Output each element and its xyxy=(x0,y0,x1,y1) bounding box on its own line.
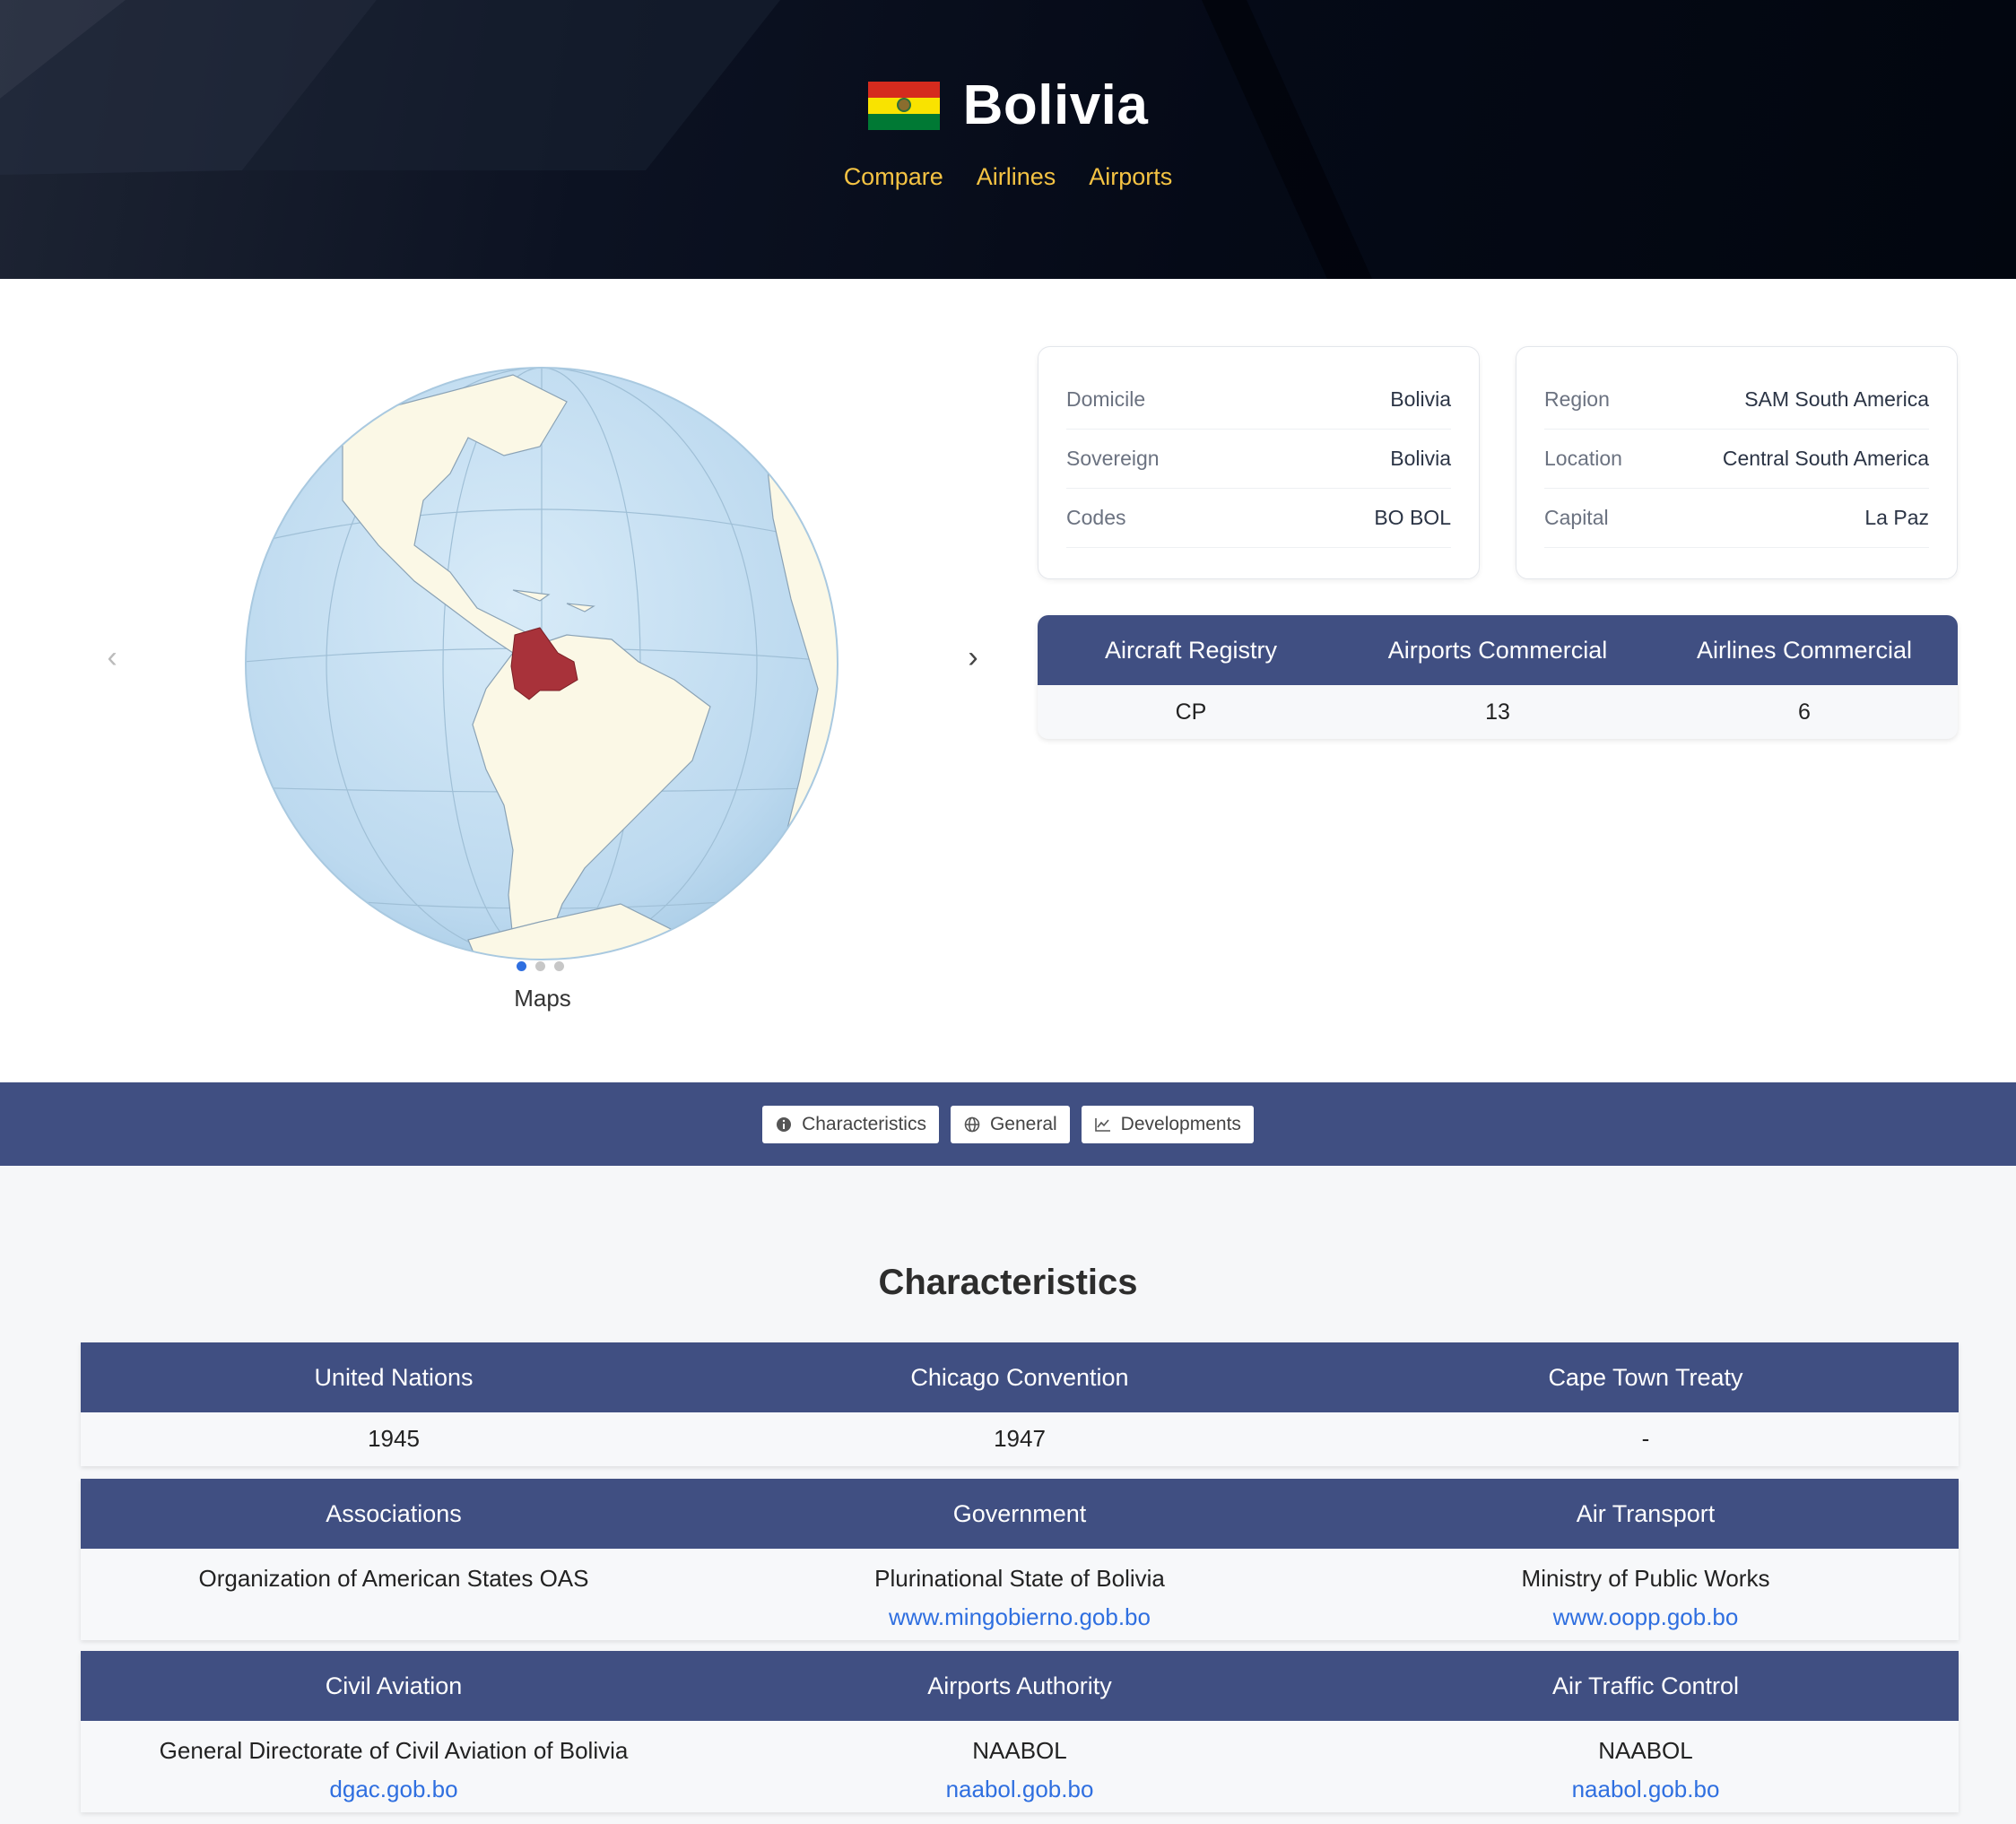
table-cell: NAABOL naabol.gob.bo xyxy=(1333,1721,1959,1812)
globe-icon xyxy=(963,1116,981,1133)
hero-banner: Bolivia Compare Airlines Airports xyxy=(0,0,2016,279)
carousel-dot-3[interactable] xyxy=(554,961,564,971)
table-header-cell: Government xyxy=(952,1499,1087,1527)
table-cell: Plurinational State of Bolivia www.mingo… xyxy=(707,1549,1333,1640)
region-info-card: Region SAM South America Location Central … xyxy=(1516,346,1958,579)
stats-header-cell: Airlines Commercial xyxy=(1696,636,1913,664)
info-label: Sovereign xyxy=(1066,447,1160,470)
table-cell: General Directorate of Civil Aviation of… xyxy=(81,1721,707,1812)
info-value: SAM South America xyxy=(1744,387,1929,411)
info-icon xyxy=(775,1116,793,1133)
info-value: La Paz xyxy=(1864,506,1929,529)
page-title: Bolivia xyxy=(962,74,1149,136)
stats-value-cell: 13 xyxy=(1485,699,1510,725)
nav-airports-link[interactable]: Airports xyxy=(1089,163,1172,191)
cell-text: NAABOL xyxy=(972,1737,1067,1764)
carousel-caption: Maps xyxy=(514,985,571,1012)
air-transport-website-link[interactable]: www.oopp.gob.bo xyxy=(1333,1603,1959,1631)
line-chart-icon xyxy=(1094,1116,1112,1133)
tab-general[interactable]: General xyxy=(950,1105,1070,1143)
table-cell: NAABOL naabol.gob.bo xyxy=(707,1721,1333,1812)
info-row-capital: Capital La Paz xyxy=(1544,489,1929,548)
table-cell: 1947 xyxy=(994,1425,1046,1452)
cell-text: General Directorate of Civil Aviation of… xyxy=(159,1737,629,1764)
tab-characteristics[interactable]: Characteristics xyxy=(762,1105,939,1143)
nav-airlines-link[interactable]: Airlines xyxy=(977,163,1056,191)
info-label: Region xyxy=(1544,387,1610,411)
table-header-row: Civil Aviation Airports Authority Air Tr… xyxy=(81,1651,1959,1721)
tab-label: General xyxy=(989,1113,1057,1134)
aviation-authorities-table: Civil Aviation Airports Authority Air Tr… xyxy=(81,1651,1959,1812)
info-label: Location xyxy=(1544,447,1622,470)
table-header-row: United Nations Chicago Convention Cape T… xyxy=(81,1342,1959,1412)
table-header-cell: Airports Authority xyxy=(927,1672,1112,1699)
nav-compare-link[interactable]: Compare xyxy=(844,163,943,191)
stats-header-cell: Aircraft Registry xyxy=(1104,636,1278,664)
governance-table: Associations Government Air Transport Or… xyxy=(81,1479,1959,1640)
tab-label: Characteristics xyxy=(802,1113,926,1134)
table-header-cell: Associations xyxy=(326,1499,462,1527)
stats-header-row: Aircraft Registry Airports Commercial Ai… xyxy=(1038,615,1958,685)
section-title: Characteristics xyxy=(878,1263,1138,1302)
table-header-cell: Air Traffic Control xyxy=(1551,1672,1740,1699)
civil-aviation-website-link[interactable]: dgac.gob.bo xyxy=(81,1776,707,1803)
info-row-domicile: Domicile Bolivia xyxy=(1066,370,1451,430)
bolivia-flag-icon xyxy=(867,81,940,130)
table-header-cell: Air Transport xyxy=(1576,1499,1716,1527)
info-row-region: Region SAM South America xyxy=(1544,370,1929,430)
air-traffic-control-website-link[interactable]: naabol.gob.bo xyxy=(1333,1776,1959,1803)
cell-text: Ministry of Public Works xyxy=(1521,1565,1770,1592)
carousel-indicators xyxy=(517,961,564,971)
airports-authority-website-link[interactable]: naabol.gob.bo xyxy=(707,1776,1333,1803)
tab-label: Developments xyxy=(1120,1113,1241,1134)
cell-text: Plurinational State of Bolivia xyxy=(874,1565,1165,1592)
stats-header-cell: Airports Commercial xyxy=(1387,636,1608,664)
info-label: Domicile xyxy=(1066,387,1146,411)
chevron-left-icon[interactable]: ‹ xyxy=(94,635,130,680)
info-value: BO BOL xyxy=(1374,506,1451,529)
cell-text: Organization of American States OAS xyxy=(198,1565,589,1592)
info-value: Bolivia xyxy=(1390,387,1451,411)
hero-background xyxy=(0,0,1372,279)
cell-text: NAABOL xyxy=(1598,1737,1693,1764)
map-carousel: ‹ › Maps xyxy=(81,341,1004,1022)
info-label: Capital xyxy=(1544,506,1609,529)
country-info-card: Domicile Bolivia Sovereign Bolivia Codes BO… xyxy=(1038,346,1480,579)
table-cell: 1945 xyxy=(368,1425,420,1452)
chevron-right-icon[interactable]: › xyxy=(955,635,991,680)
section-tab-bar: Characteristics General Developments xyxy=(0,1082,2016,1166)
info-row-sovereign: Sovereign Bolivia xyxy=(1066,430,1451,489)
table-header-cell: Chicago Convention xyxy=(910,1363,1129,1391)
stats-value-cell: CP xyxy=(1175,699,1207,725)
stats-value-row: CP 13 6 xyxy=(1038,685,1958,739)
table-row: 1945 1947 - xyxy=(81,1412,1959,1466)
aviation-stats-table: Aircraft Registry Airports Commercial Ai… xyxy=(1038,615,1958,739)
carousel-dot-1[interactable] xyxy=(517,961,526,971)
tab-developments[interactable]: Developments xyxy=(1081,1105,1254,1143)
table-header-row: Associations Government Air Transport xyxy=(81,1479,1959,1549)
table-cell: Organization of American States OAS xyxy=(81,1549,707,1640)
info-row-codes: Codes BO BOL xyxy=(1066,489,1451,548)
hero-nav: Compare Airlines Airports xyxy=(0,163,2016,191)
treaties-table: United Nations Chicago Convention Cape T… xyxy=(81,1342,1959,1466)
table-row: Organization of American States OAS Plur… xyxy=(81,1549,1959,1640)
carousel-dot-2[interactable] xyxy=(535,961,545,971)
info-label: Codes xyxy=(1066,506,1126,529)
info-value: Bolivia xyxy=(1390,447,1451,470)
government-website-link[interactable]: www.mingobierno.gob.bo xyxy=(707,1603,1333,1631)
info-value: Central South America xyxy=(1722,447,1929,470)
globe-map-image xyxy=(244,366,839,961)
table-header-cell: United Nations xyxy=(314,1363,474,1391)
table-cell: - xyxy=(1641,1425,1650,1452)
table-header-cell: Cape Town Treaty xyxy=(1548,1363,1743,1391)
info-row-location: Location Central South America xyxy=(1544,430,1929,489)
table-header-cell: Civil Aviation xyxy=(325,1672,463,1699)
characteristics-section: Characteristics United Nations Chicago C… xyxy=(0,1166,2016,1824)
table-row: General Directorate of Civil Aviation of… xyxy=(81,1721,1959,1812)
stats-value-cell: 6 xyxy=(1798,699,1811,725)
country-title: Bolivia xyxy=(0,74,2016,137)
table-cell: Ministry of Public Works www.oopp.gob.bo xyxy=(1333,1549,1959,1640)
